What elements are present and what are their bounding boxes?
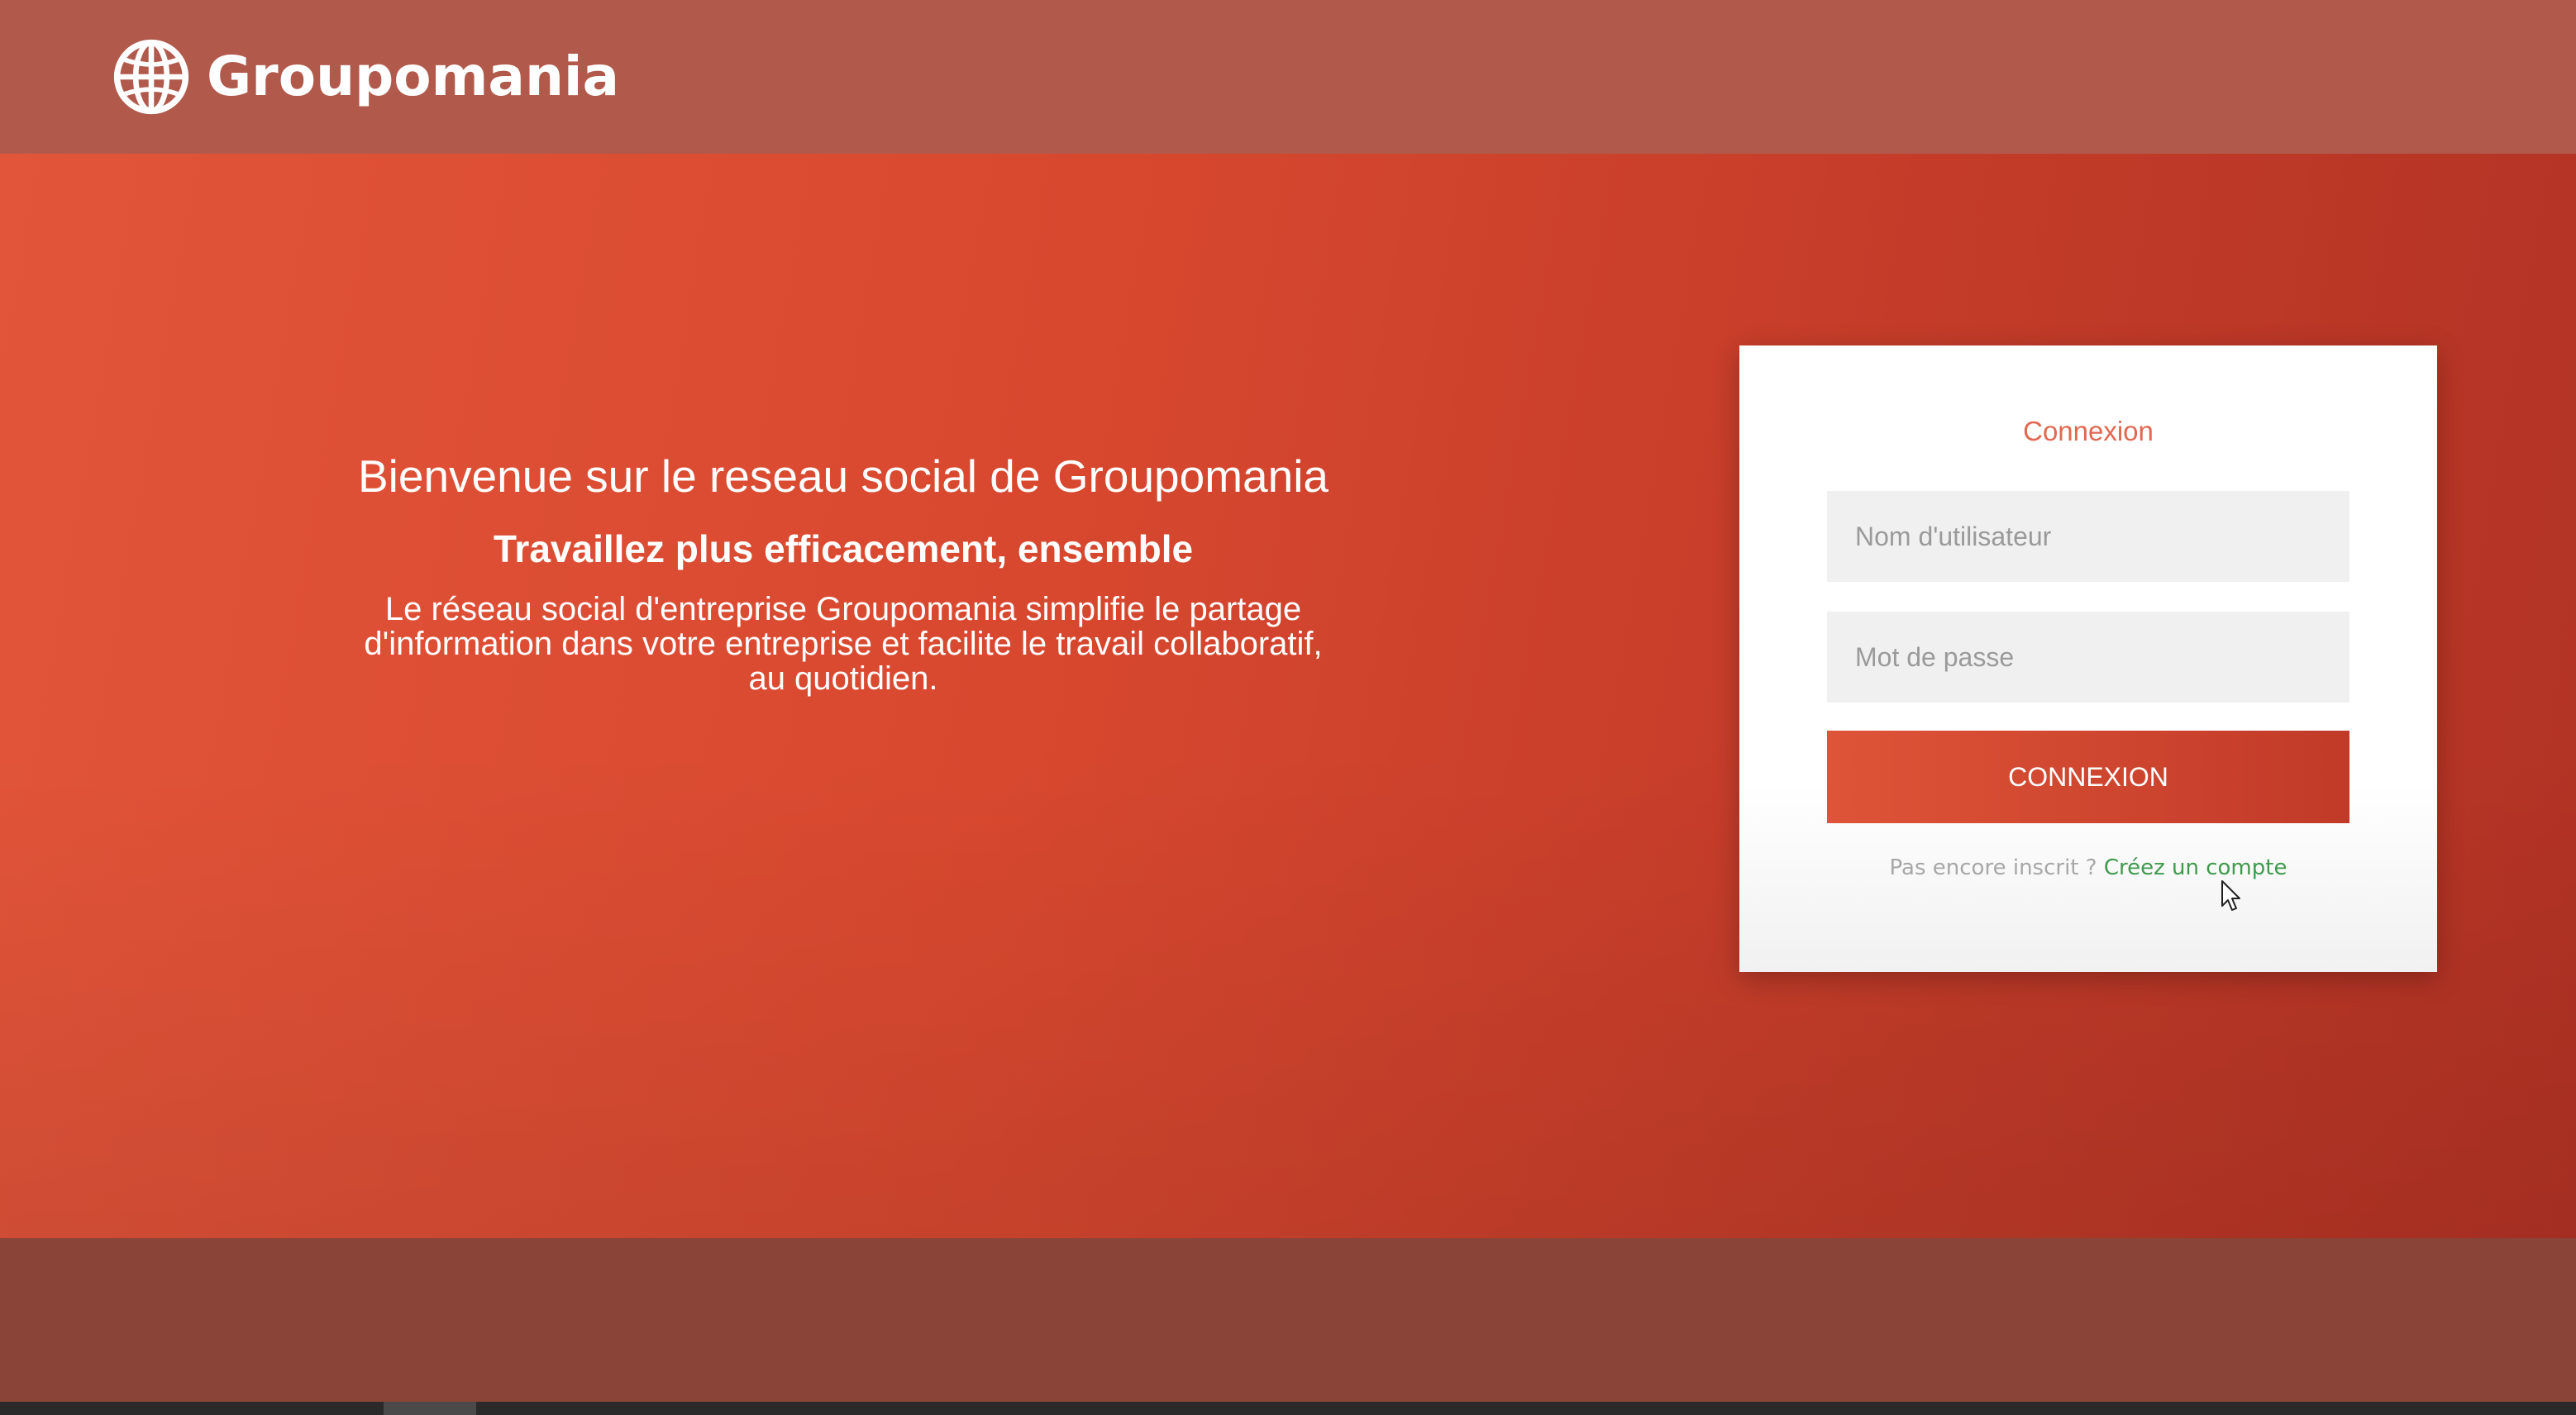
welcome-description: Le réseau social d'entreprise Groupomani… [364,591,1323,697]
intro-block: Bienvenue sur le reseau social de Groupo… [314,443,1372,696]
login-button[interactable]: CONNEXION [1827,731,2349,823]
username-input[interactable] [1827,491,2349,582]
password-input[interactable] [1827,612,2349,703]
create-account-link[interactable]: Créez un compte [2104,855,2287,880]
scrollbar-thumb[interactable] [384,1402,476,1415]
horizontal-scrollbar[interactable] [0,1402,2576,1415]
header: Groupomania [0,0,2576,154]
mouse-cursor-icon [2221,879,2242,912]
globe-icon [112,38,190,116]
welcome-subtitle: Travaillez plus efficacement, ensemble [493,527,1194,570]
signup-line: Pas encore inscrit ? Créez un compte [1739,853,2437,883]
brand-logo[interactable]: Groupomania [112,38,619,116]
login-title: Connexion [2023,416,2154,446]
welcome-title: Bienvenue sur le reseau social de Groupo… [357,450,1329,502]
signup-prompt: Pas encore inscrit ? [1889,855,2104,880]
brand-name: Groupomania [207,45,620,108]
login-page: Groupomania Bienvenue sur le reseau soci… [0,0,2576,1415]
footer [0,1238,2576,1402]
login-card: Connexion CONNEXION Pas encore inscrit ?… [1739,345,2437,972]
